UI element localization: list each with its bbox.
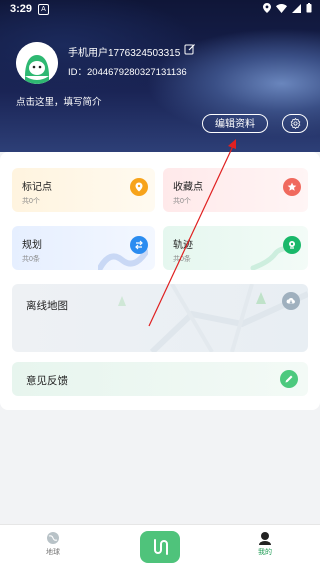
tab-mine[interactable]: 我的 <box>250 531 280 557</box>
annotation-arrow <box>148 139 236 327</box>
tab-mine-label: 我的 <box>258 549 272 556</box>
route-plan-icon <box>154 539 168 555</box>
route-plan-button[interactable] <box>140 531 180 563</box>
tab-globe-label: 地球 <box>46 549 60 556</box>
tab-globe[interactable]: 地球 <box>38 531 68 557</box>
globe-icon <box>47 532 59 544</box>
user-icon <box>259 532 271 545</box>
bottom-tab-bar: 地球 我的 <box>0 524 320 569</box>
